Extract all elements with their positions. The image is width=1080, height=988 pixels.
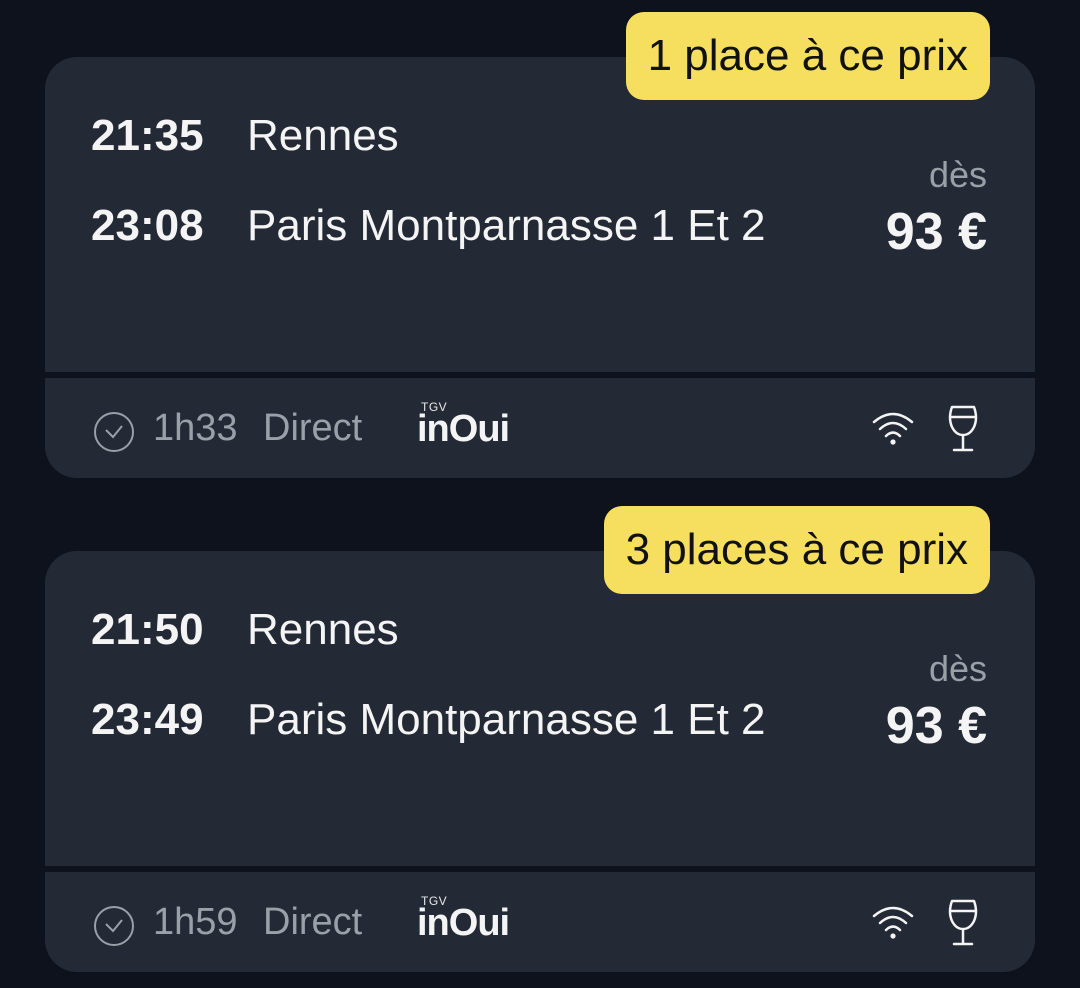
departure-station: Rennes: [247, 605, 399, 654]
journey-card[interactable]: 21:50 Rennes 23:49 Paris Montparnasse 1 Et…: [45, 551, 1035, 972]
duration: 1h59: [153, 901, 238, 943]
price-block: dès 93 €: [886, 647, 987, 761]
arrival-row: 23:49 Paris Montparnasse 1 Et 2: [91, 687, 797, 753]
price-prefix: dès: [928, 154, 987, 195]
departure-time: 21:50: [91, 605, 204, 654]
price: 93 €: [885, 203, 987, 261]
arrival-station: Paris Montparnasse 1 Et 2: [247, 201, 766, 250]
duration: 1h33: [153, 407, 238, 449]
tgv-inoui-logo: TGV inOui: [417, 894, 523, 950]
journey-footer: 1h59 Direct TGV inOui: [45, 872, 1035, 972]
connection-type: Direct: [263, 407, 363, 449]
clock-icon: [94, 412, 134, 452]
seats-left-badge: 3 places à ce prix: [603, 506, 990, 594]
clock-icon: [94, 906, 134, 946]
arrival-station: Paris Montparnasse 1 Et 2: [247, 695, 766, 744]
price-block: dès 93 €: [886, 153, 987, 267]
brand-name: inOui: [417, 902, 510, 944]
arrival-row: 23:08 Paris Montparnasse 1 Et 2: [91, 193, 797, 259]
wine-glass-icon: [948, 405, 978, 452]
departure-row: 21:50 Rennes: [91, 597, 797, 663]
journey-card[interactable]: 21:35 Rennes 23:08 Paris Montparnasse 1 Et…: [45, 57, 1035, 478]
seats-left-badge: 1 place à ce prix: [625, 12, 990, 100]
departure-row: 21:35 Rennes: [91, 103, 797, 169]
tgv-inoui-logo: TGV inOui: [417, 400, 523, 456]
wifi-icon: [872, 412, 914, 445]
connection-type: Direct: [263, 901, 363, 943]
arrival-time: 23:08: [91, 201, 204, 250]
price: 93 €: [885, 697, 987, 755]
brand-name: inOui: [417, 408, 510, 450]
departure-station: Rennes: [247, 111, 399, 160]
wifi-icon: [872, 906, 914, 939]
wine-glass-icon: [948, 899, 978, 946]
journey-footer: 1h33 Direct TGV inOui: [45, 378, 1035, 478]
arrival-time: 23:49: [91, 695, 204, 744]
price-prefix: dès: [928, 648, 987, 689]
departure-time: 21:35: [91, 111, 204, 160]
